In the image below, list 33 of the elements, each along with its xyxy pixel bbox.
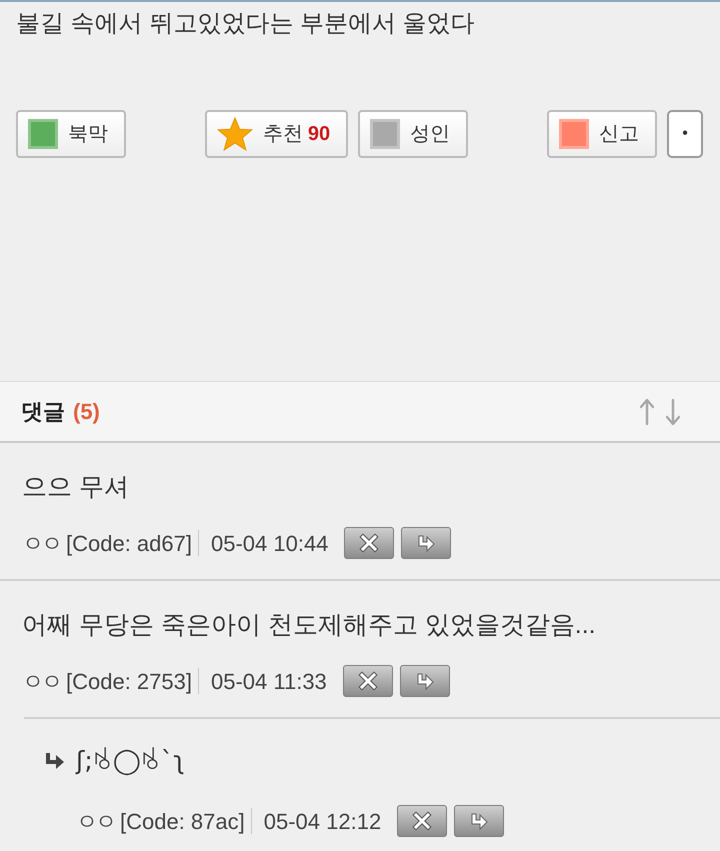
reply-button[interactable] xyxy=(400,665,450,697)
comment-time: 05-04 12:12 xyxy=(264,808,382,836)
close-icon xyxy=(358,533,380,553)
comment-text: 으으 무셔 xyxy=(22,472,130,503)
close-icon xyxy=(411,811,434,831)
action-button[interactable]: 북막 xyxy=(16,110,126,158)
reply-arrow-icon xyxy=(44,752,66,770)
comment-count: (5) xyxy=(73,398,100,426)
delete-button[interactable] xyxy=(342,665,393,697)
comment-time: 05-04 11:33 xyxy=(210,668,327,696)
comment-text: 어째 무당은 죽은아이 천도제해주고 있었을것같음... xyxy=(22,610,597,641)
comments-title: 댓글 xyxy=(21,398,65,426)
comment-author: ㅇㅇ xyxy=(76,808,114,836)
action-button[interactable]: 성인 xyxy=(358,110,468,158)
delete-button[interactable] xyxy=(344,527,394,559)
close-icon xyxy=(356,671,379,691)
star-icon xyxy=(216,117,253,151)
recommend-button[interactable]: 추천 90 xyxy=(204,110,348,158)
post-text: 불길 속에서 뛰고있었다는 부분에서 울었다 xyxy=(16,9,476,39)
comment-code: [Code: ad67] xyxy=(66,530,192,558)
reply-button[interactable] xyxy=(401,527,452,559)
arrow-up-icon xyxy=(640,398,654,424)
comment-code: [Code: 87ac] xyxy=(120,808,245,836)
comment-time: 05-04 10:44 xyxy=(210,530,328,558)
more-button[interactable]: • xyxy=(667,110,703,158)
reply-text: ʃ;ꂚ◯ꂚ`ʅ xyxy=(76,745,186,778)
comment-code: [Code: 2753] xyxy=(66,668,192,696)
comment-author: ㅇㅇ xyxy=(22,668,60,696)
comment-author: ㅇㅇ xyxy=(22,530,60,558)
arrow-down-icon xyxy=(666,398,680,424)
action-button[interactable]: 신고 xyxy=(547,110,657,158)
reply-button[interactable] xyxy=(454,805,504,837)
delete-button[interactable] xyxy=(397,805,448,837)
